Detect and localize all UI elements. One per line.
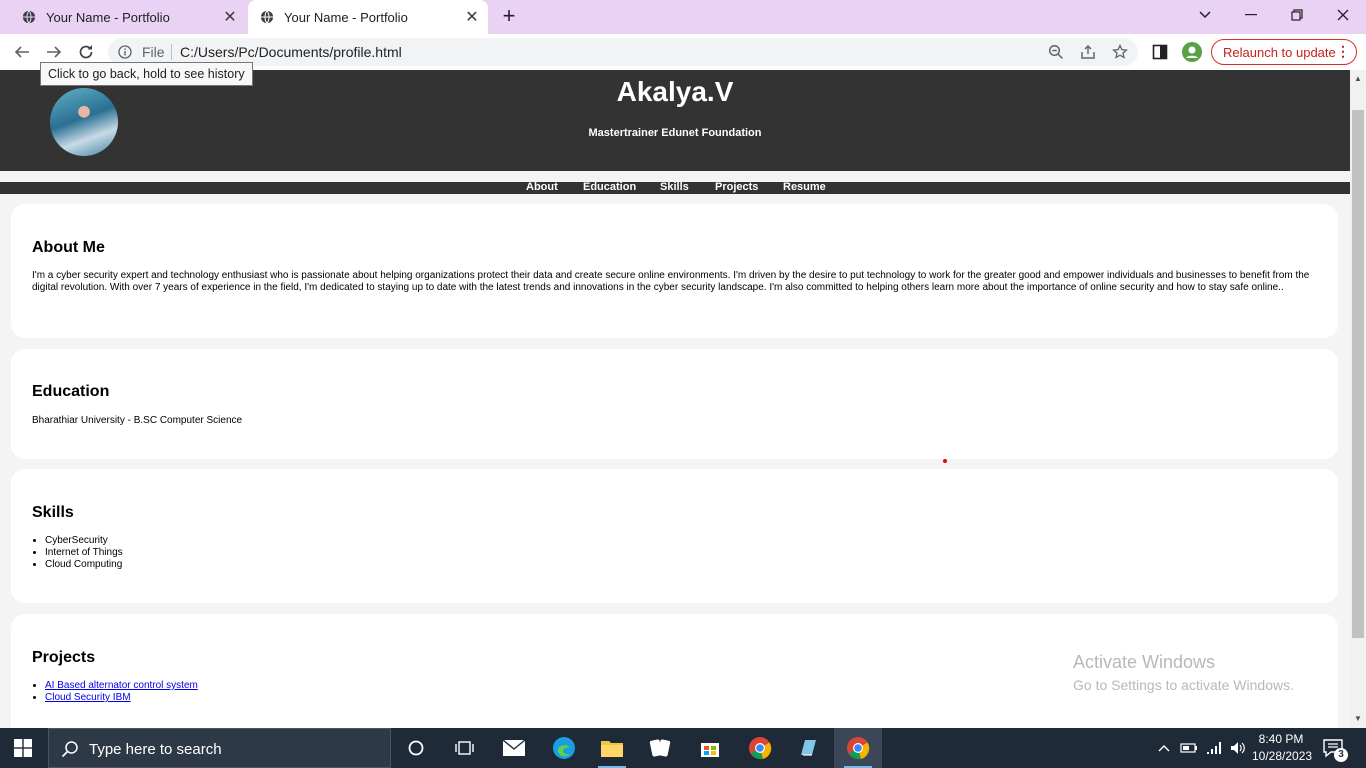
taskbar-search[interactable]: Type here to search	[48, 728, 391, 768]
close-icon[interactable]: ✕	[464, 9, 480, 26]
chrome-icon[interactable]	[736, 728, 784, 768]
network-icon[interactable]	[1203, 728, 1225, 768]
about-section: About Me I'm a cyber security expert and…	[11, 204, 1338, 338]
tab-inactive[interactable]: Your Name - Portfolio ✕	[12, 0, 244, 34]
section-heading: About Me	[32, 239, 105, 256]
search-icon	[61, 741, 78, 758]
notepad-icon[interactable]	[784, 728, 832, 768]
clock-time: 8:40 PM	[1258, 732, 1304, 746]
edge-icon[interactable]	[540, 728, 588, 768]
menu-dots-icon[interactable]: ⋮	[1336, 43, 1350, 60]
task-view-icon[interactable]	[440, 728, 488, 768]
scroll-thumb[interactable]	[1352, 110, 1364, 638]
share-icon[interactable]	[1080, 44, 1096, 60]
url-text[interactable]: C:/Users/Pc/Documents/profile.html	[180, 44, 402, 60]
battery-icon[interactable]	[1178, 728, 1200, 768]
list-item: Cloud Security IBM	[45, 692, 198, 704]
page-viewport: Akalya.V Mastertrainer Edunet Foundation…	[0, 70, 1350, 728]
profile-avatar-icon[interactable]	[1182, 42, 1202, 62]
skills-list: CyberSecurity Internet of Things Cloud C…	[45, 535, 123, 571]
cursor-dot	[943, 459, 947, 463]
back-tooltip: Click to go back, hold to see history	[40, 62, 253, 86]
side-panel-icon[interactable]	[1150, 42, 1170, 62]
list-item: AI Based alternator control system	[45, 680, 198, 692]
activation-watermark-text: Go to Settings to activate Windows.	[1073, 677, 1294, 693]
nav-link-education[interactable]: Education	[583, 181, 636, 193]
file-explorer-icon[interactable]	[588, 728, 636, 768]
system-clock[interactable]: 8:40 PM 10/28/2023	[1252, 731, 1313, 765]
divider	[171, 44, 172, 60]
volume-icon[interactable]	[1227, 728, 1249, 768]
relaunch-label: Relaunch to update	[1223, 44, 1336, 60]
nav-link-projects[interactable]: Projects	[715, 181, 758, 193]
list-item: CyberSecurity	[45, 535, 123, 547]
site-nav: About Education Skills Projects Resume	[0, 181, 1350, 194]
relaunch-button[interactable]: Relaunch to update ⋮	[1211, 39, 1357, 65]
taskbar: Type here to search 8:40 PM 10/28/2023 3	[0, 728, 1366, 768]
forward-arrow-icon[interactable]	[44, 42, 64, 62]
close-window-button[interactable]	[1320, 0, 1366, 30]
info-icon[interactable]	[118, 45, 132, 59]
tab-active[interactable]: Your Name - Portfolio ✕	[248, 0, 488, 34]
section-heading: Skills	[32, 504, 74, 521]
globe-icon	[260, 10, 274, 24]
scroll-up-arrow-icon[interactable]: ▲	[1353, 74, 1363, 84]
list-item: Internet of Things	[45, 547, 123, 559]
list-item: Cloud Computing	[45, 559, 123, 571]
nav-link-about[interactable]: About	[526, 181, 558, 193]
section-heading: Projects	[32, 649, 96, 666]
activation-watermark-title: Activate Windows	[1073, 652, 1216, 672]
education-section: Education Bharathiar University - B.SC C…	[11, 349, 1338, 459]
about-text: I'm a cyber security expert and technolo…	[32, 270, 1310, 293]
clock-date: 10/28/2023	[1252, 749, 1313, 763]
store-icon[interactable]	[686, 728, 734, 768]
globe-icon	[22, 10, 36, 24]
nav-link-resume[interactable]: Resume	[783, 181, 826, 193]
close-icon[interactable]: ✕	[222, 9, 238, 26]
minimize-button[interactable]	[1228, 0, 1274, 30]
search-placeholder: Type here to search	[89, 741, 222, 758]
back-arrow-icon[interactable]	[12, 42, 32, 62]
project-link[interactable]: AI Based alternator control system	[45, 680, 198, 691]
site-subtitle: Mastertrainer Edunet Foundation	[588, 127, 762, 139]
scroll-down-arrow-icon[interactable]: ▼	[1353, 714, 1363, 724]
restore-button[interactable]	[1274, 0, 1320, 30]
solitaire-icon[interactable]	[636, 728, 684, 768]
chevron-up-icon[interactable]	[1154, 728, 1174, 768]
notification-badge: 3	[1334, 748, 1348, 762]
nav-link-skills[interactable]: Skills	[660, 181, 689, 193]
projects-list: AI Based alternator control system Cloud…	[45, 680, 198, 704]
project-link[interactable]: Cloud Security IBM	[45, 692, 131, 703]
education-text: Bharathiar University - B.SC Computer Sc…	[32, 415, 243, 426]
chrome-active-icon[interactable]	[834, 728, 882, 768]
windows-start-icon[interactable]	[14, 739, 32, 757]
tab-title: Your Name - Portfolio	[46, 9, 170, 25]
star-icon[interactable]	[1112, 44, 1128, 60]
scheme-label: File	[142, 44, 165, 60]
new-tab-button[interactable]: +	[498, 5, 520, 28]
tab-strip: Your Name - Portfolio ✕ Your Name - Port…	[0, 0, 1366, 34]
reload-icon[interactable]	[76, 42, 96, 62]
cortana-icon[interactable]	[392, 728, 440, 768]
page-scrollbar[interactable]: ▲ ▼	[1350, 70, 1366, 728]
zoom-icon[interactable]	[1048, 44, 1064, 60]
skills-section: Skills CyberSecurity Internet of Things …	[11, 469, 1338, 603]
address-bar[interactable]: File C:/Users/Pc/Documents/profile.html	[108, 38, 1138, 66]
section-heading: Education	[32, 383, 110, 400]
tab-search-icon[interactable]	[1182, 0, 1228, 30]
tab-title: Your Name - Portfolio	[284, 9, 408, 25]
mail-icon[interactable]	[490, 728, 538, 768]
